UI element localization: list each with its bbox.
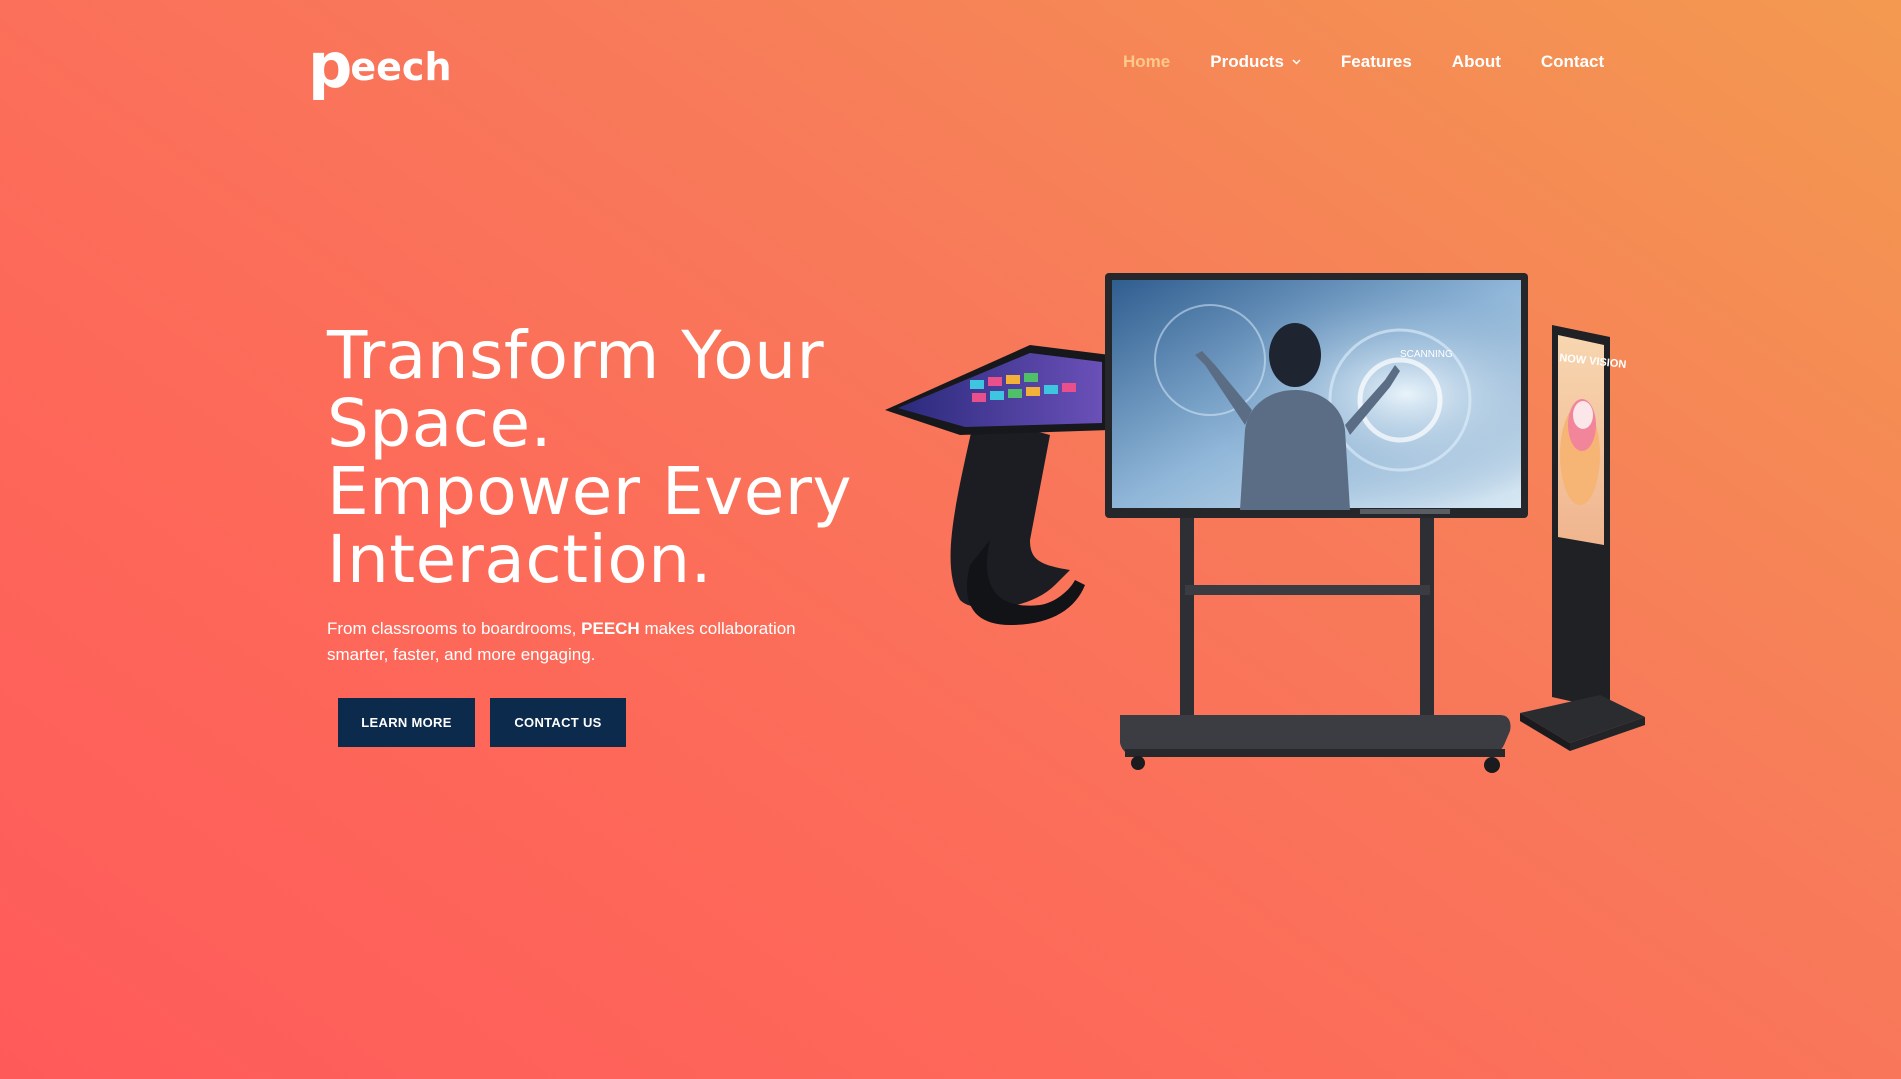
logo-letter-p: p [308, 29, 352, 102]
hero-title-line-2: Space. [327, 385, 553, 462]
screen-scanning-text: SCANNING [1400, 349, 1453, 360]
learn-more-button[interactable]: LEARN MORE [338, 698, 475, 747]
nav-products-label: Products [1210, 52, 1284, 71]
hero-title-line-3: Empower Every [327, 453, 853, 530]
contact-us-button[interactable]: CONTACT US [490, 698, 626, 747]
nav-contact-label: Contact [1540, 52, 1605, 71]
hero-subtitle-before: From classrooms to boardrooms, [327, 619, 582, 638]
nav-products[interactable]: Products [1210, 52, 1301, 72]
hero-subtitle: From classrooms to boardrooms, PEECH mak… [327, 616, 847, 668]
hero-title-line-1: Transform Your [327, 317, 825, 394]
main-nav: Home Products Features About Contact [1123, 52, 1604, 72]
logo[interactable]: p eech [308, 35, 452, 97]
nav-about[interactable]: About [1452, 52, 1501, 72]
logo-wordmark: eech [350, 45, 452, 89]
nav-contact[interactable]: Contact [1541, 52, 1604, 72]
nav-features-label: Features [1340, 52, 1412, 71]
chevron-down-icon [1292, 59, 1301, 65]
nav-features[interactable]: Features [1341, 52, 1412, 72]
touch-kiosk [885, 345, 1110, 625]
hero-title: Transform Your Space. Empower Every Inte… [327, 322, 887, 594]
product-lineup-image: SCANNING NOW VISION [885, 273, 1645, 773]
hero-subtitle-brand: PEECH [581, 619, 640, 638]
digital-signage-kiosk: NOW VISION [1520, 325, 1645, 751]
interactive-display: SCANNING [1105, 273, 1528, 773]
hero-title-line-4: Interaction. [327, 521, 713, 598]
nav-home-label: Home [1123, 52, 1171, 71]
nav-about-label: About [1451, 52, 1501, 71]
nav-home[interactable]: Home [1123, 52, 1170, 72]
